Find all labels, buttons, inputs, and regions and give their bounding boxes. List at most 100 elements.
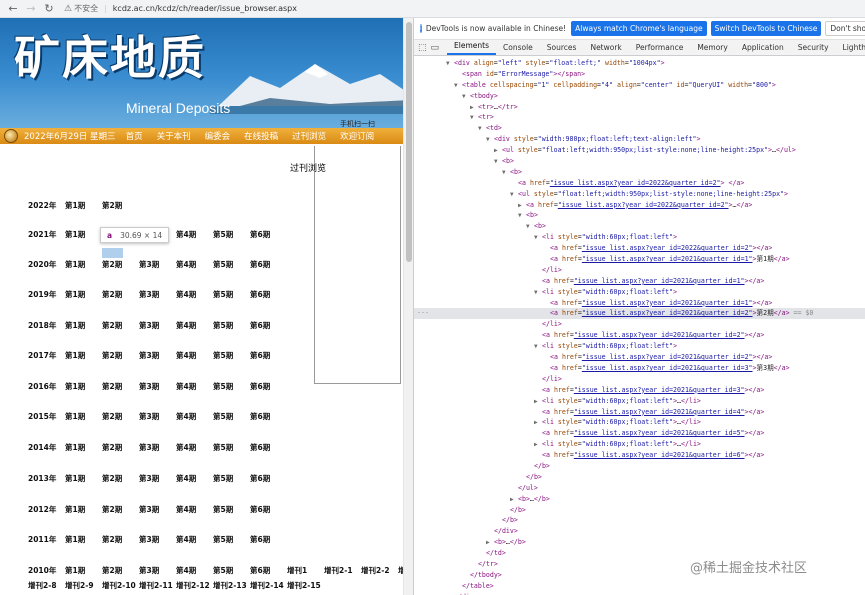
issue-link[interactable]: 第6期 (250, 473, 287, 484)
issue-link[interactable]: 第2期 (102, 473, 139, 484)
tab-sources[interactable]: Sources (540, 43, 584, 55)
issue-link[interactable]: 第3期 (139, 411, 176, 422)
nav-subscribe[interactable]: 欢迎订阅 (340, 130, 374, 142)
issue-link[interactable]: 第4期 (176, 411, 213, 422)
dom-node[interactable]: </div> (414, 526, 865, 537)
issue-link[interactable]: 第1期 (65, 473, 102, 484)
tab-security[interactable]: Security (791, 43, 836, 55)
issue-link[interactable]: 第2期 (102, 411, 139, 422)
dom-node[interactable]: </li> (414, 374, 865, 385)
issue-link[interactable]: 第1期 (65, 442, 102, 453)
nav-editorial-board[interactable]: 编委会 (205, 130, 231, 142)
issue-link[interactable]: 第5期 (213, 350, 250, 361)
issue-link[interactable]: 第5期 (213, 473, 250, 484)
issue-link[interactable]: 增刊2-8 (28, 580, 65, 591)
page-scrollbar[interactable] (403, 18, 413, 595)
dom-node[interactable]: ▼ <li style="width:60px;float:left"> (414, 287, 865, 298)
dom-node[interactable]: <a href="issue_list.aspx?year_id=2021&qu… (414, 428, 865, 439)
dom-node[interactable]: ▼ <b> (414, 210, 865, 221)
issue-link[interactable]: 增刊1 (287, 565, 324, 576)
dom-node[interactable]: ▼ <tbody> (414, 91, 865, 102)
issue-link[interactable]: 第6期 (250, 289, 287, 300)
issue-link[interactable]: 第2期 (102, 534, 139, 545)
dom-node[interactable]: </li> (414, 265, 865, 276)
dom-node[interactable]: ▼ <table cellspacing="1" cellpadding="4" … (414, 80, 865, 91)
address-bar[interactable]: ⚠ 不安全 | kcdz.ac.cn/kcdz/ch/reader/issue_… (64, 2, 297, 16)
issue-link[interactable]: 第3期 (139, 442, 176, 453)
issue-link[interactable]: 第6期 (250, 381, 287, 392)
scrollbar-thumb[interactable] (406, 22, 412, 262)
issue-link[interactable]: 第1期 (65, 411, 102, 422)
nav-about[interactable]: 关于本刊 (157, 130, 191, 142)
issue-link[interactable]: 第5期 (213, 320, 250, 331)
match-language-button[interactable]: Always match Chrome's language (571, 21, 707, 36)
dom-node[interactable]: <a href="issue_list.aspx?year_id=2021&qu… (414, 254, 865, 265)
issue-link[interactable]: 第5期 (213, 229, 250, 240)
dom-node[interactable]: ▼ <div align="left" style="float:left;" w… (414, 58, 865, 69)
dom-node[interactable]: ▼ <div style="width:980px;float:left;text… (414, 134, 865, 145)
dom-node[interactable]: </li> (414, 319, 865, 330)
dom-node[interactable]: </ul> (414, 483, 865, 494)
issue-link[interactable]: 第5期 (213, 442, 250, 453)
dom-node[interactable]: ▼ <b> (414, 156, 865, 167)
dom-node[interactable]: ▼ <b> (414, 167, 865, 178)
dom-node[interactable]: </b> (414, 461, 865, 472)
issue-link[interactable]: 第4期 (176, 320, 213, 331)
issue-link[interactable]: 增刊2-10 (102, 580, 139, 591)
issue-link[interactable]: 第2期 (102, 289, 139, 300)
dom-node[interactable]: ▶ <li style="width:60px;float:left">…</li… (414, 396, 865, 407)
issue-link[interactable]: 第1期 (65, 229, 102, 240)
tab-elements[interactable]: Elements (447, 41, 496, 55)
issue-link[interactable]: 第2期 (102, 442, 139, 453)
issue-link[interactable]: 第2期 (102, 565, 139, 576)
issue-link[interactable]: 第5期 (213, 504, 250, 515)
issue-link[interactable]: 第6期 (250, 565, 287, 576)
issue-link[interactable]: 第3期 (139, 259, 176, 270)
issue-link[interactable]: 增刊2-15 (287, 580, 324, 591)
dom-tree[interactable]: ▼ <div align="left" style="float:left;" w… (414, 58, 865, 595)
issue-link[interactable]: 第4期 (176, 504, 213, 515)
issue-link[interactable]: 第4期 (176, 350, 213, 361)
issue-link[interactable]: 第3期 (139, 473, 176, 484)
dom-node[interactable]: <a href="issue_list.aspx?year_id=2021&qu… (414, 330, 865, 341)
dom-node-selected[interactable]: ··· <a href="issue_list.aspx?year_id=2021… (414, 308, 865, 320)
issue-link[interactable]: 第4期 (176, 259, 213, 270)
issue-link[interactable]: 第2期 (102, 259, 139, 270)
dom-node[interactable]: </b> (414, 472, 865, 483)
issue-link[interactable]: 第3期 (139, 289, 176, 300)
dom-node[interactable]: ▼ <ul style="float:left;width:950px;list-… (414, 189, 865, 200)
issue-link[interactable]: 第2期 (102, 320, 139, 331)
issue-link[interactable]: 增刊2-9 (65, 580, 102, 591)
dom-node[interactable]: <span id="ErrorMessage"></span> (414, 69, 865, 80)
dom-node[interactable]: ▶ <li style="width:60px;float:left">…</li… (414, 439, 865, 450)
issue-link[interactable]: 第6期 (250, 411, 287, 422)
tab-lighthouse[interactable]: Lighthouse (836, 43, 865, 55)
dom-node[interactable]: ▼ <b> (414, 221, 865, 232)
issue-link[interactable]: 第2期 (102, 381, 139, 392)
issue-link[interactable]: 第3期 (139, 534, 176, 545)
issue-link[interactable]: 第4期 (176, 381, 213, 392)
issue-link[interactable]: 第3期 (139, 504, 176, 515)
dom-node[interactable]: ▶ <li style="width:60px;float:left">…</li… (414, 417, 865, 428)
issue-link[interactable]: 第6期 (250, 259, 287, 270)
issue-link[interactable]: 增刊2-12 (176, 580, 213, 591)
dom-node[interactable]: ▼ <tr> (414, 112, 865, 123)
issue-link[interactable]: 第5期 (213, 381, 250, 392)
issue-link[interactable]: 第1期 (65, 534, 102, 545)
tab-application[interactable]: Application (735, 43, 791, 55)
issue-link[interactable]: 第4期 (176, 229, 213, 240)
issue-link[interactable]: 第3期 (139, 320, 176, 331)
issue-link[interactable]: 第5期 (213, 565, 250, 576)
issue-link[interactable]: 第3期 (139, 381, 176, 392)
issue-link[interactable]: 第3期 (139, 565, 176, 576)
dom-node[interactable]: <a href="issue_list.aspx?year_id=2021&qu… (414, 363, 865, 374)
reload-icon[interactable]: ↻ (42, 2, 56, 16)
issue-link[interactable]: 第6期 (250, 442, 287, 453)
issue-link[interactable]: 第6期 (250, 534, 287, 545)
dom-node[interactable]: <a href="issue_list.aspx?year_id=2021&qu… (414, 450, 865, 461)
issue-link[interactable]: 第6期 (250, 320, 287, 331)
dom-node[interactable]: <a href="issue_list.aspx?year_id=2021&qu… (414, 298, 865, 309)
issue-link[interactable]: 第1期 (65, 289, 102, 300)
dom-node[interactable]: </b> (414, 515, 865, 526)
switch-chinese-button[interactable]: Switch DevTools to Chinese (710, 21, 822, 36)
